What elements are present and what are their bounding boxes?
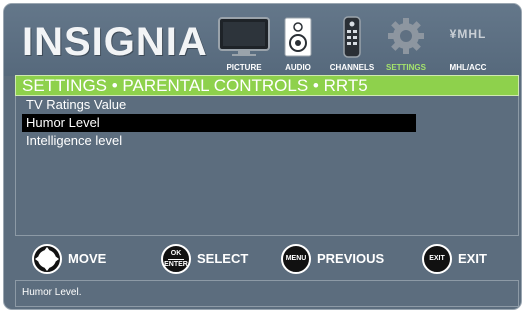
breadcrumb: SETTINGS • PARENTAL CONTROLS • RRT5 bbox=[15, 75, 519, 96]
breadcrumb-text: SETTINGS • PARENTAL CONTROLS • RRT5 bbox=[22, 76, 368, 95]
tv-osd-screen: INSIGNIA PICTURE AUDIO CHANNELS SETTINGS… bbox=[3, 3, 522, 310]
mhl-logo-text: ¥MHL bbox=[449, 27, 487, 41]
status-description: Humor Level. bbox=[15, 280, 519, 307]
gear-icon bbox=[374, 14, 438, 60]
control-hints: MOVE OK ENTER SELECT MENU PREVIOUS EXIT … bbox=[4, 244, 521, 278]
nav-mhl-acc[interactable]: ¥MHL MHL/ACC bbox=[436, 14, 500, 72]
nav-settings[interactable]: SETTINGS bbox=[374, 14, 438, 72]
ok-enter-button-icon: OK ENTER bbox=[161, 244, 191, 274]
brand-logo: INSIGNIA bbox=[22, 20, 208, 64]
header-bar: INSIGNIA PICTURE AUDIO CHANNELS SETTINGS… bbox=[4, 4, 521, 76]
menu-item-humor-level[interactable]: Humor Level bbox=[22, 114, 416, 132]
nav-label: MHL/ACC bbox=[449, 63, 487, 72]
exit-text: EXIT bbox=[429, 255, 445, 262]
menu-item-tv-ratings-value[interactable]: TV Ratings Value bbox=[22, 96, 416, 114]
menu-panel: TV Ratings Value Humor Level Intelligenc… bbox=[15, 96, 519, 236]
previous-label: PREVIOUS bbox=[317, 251, 385, 266]
mhl-icon: ¥MHL bbox=[436, 14, 500, 60]
menu-button-icon: MENU bbox=[281, 244, 311, 274]
exit-label: EXIT bbox=[458, 251, 487, 266]
menu-item-intelligence-level[interactable]: Intelligence level bbox=[22, 132, 416, 150]
dpad-icon bbox=[32, 244, 62, 274]
ok-text: OK bbox=[170, 250, 182, 257]
menu-text: MENU bbox=[285, 255, 307, 262]
move-label: MOVE bbox=[68, 251, 107, 266]
nav-label: SETTINGS bbox=[385, 63, 426, 72]
exit-button-icon: EXIT bbox=[422, 244, 452, 274]
enter-text: ENTER bbox=[164, 261, 188, 268]
select-label: SELECT bbox=[197, 251, 249, 266]
